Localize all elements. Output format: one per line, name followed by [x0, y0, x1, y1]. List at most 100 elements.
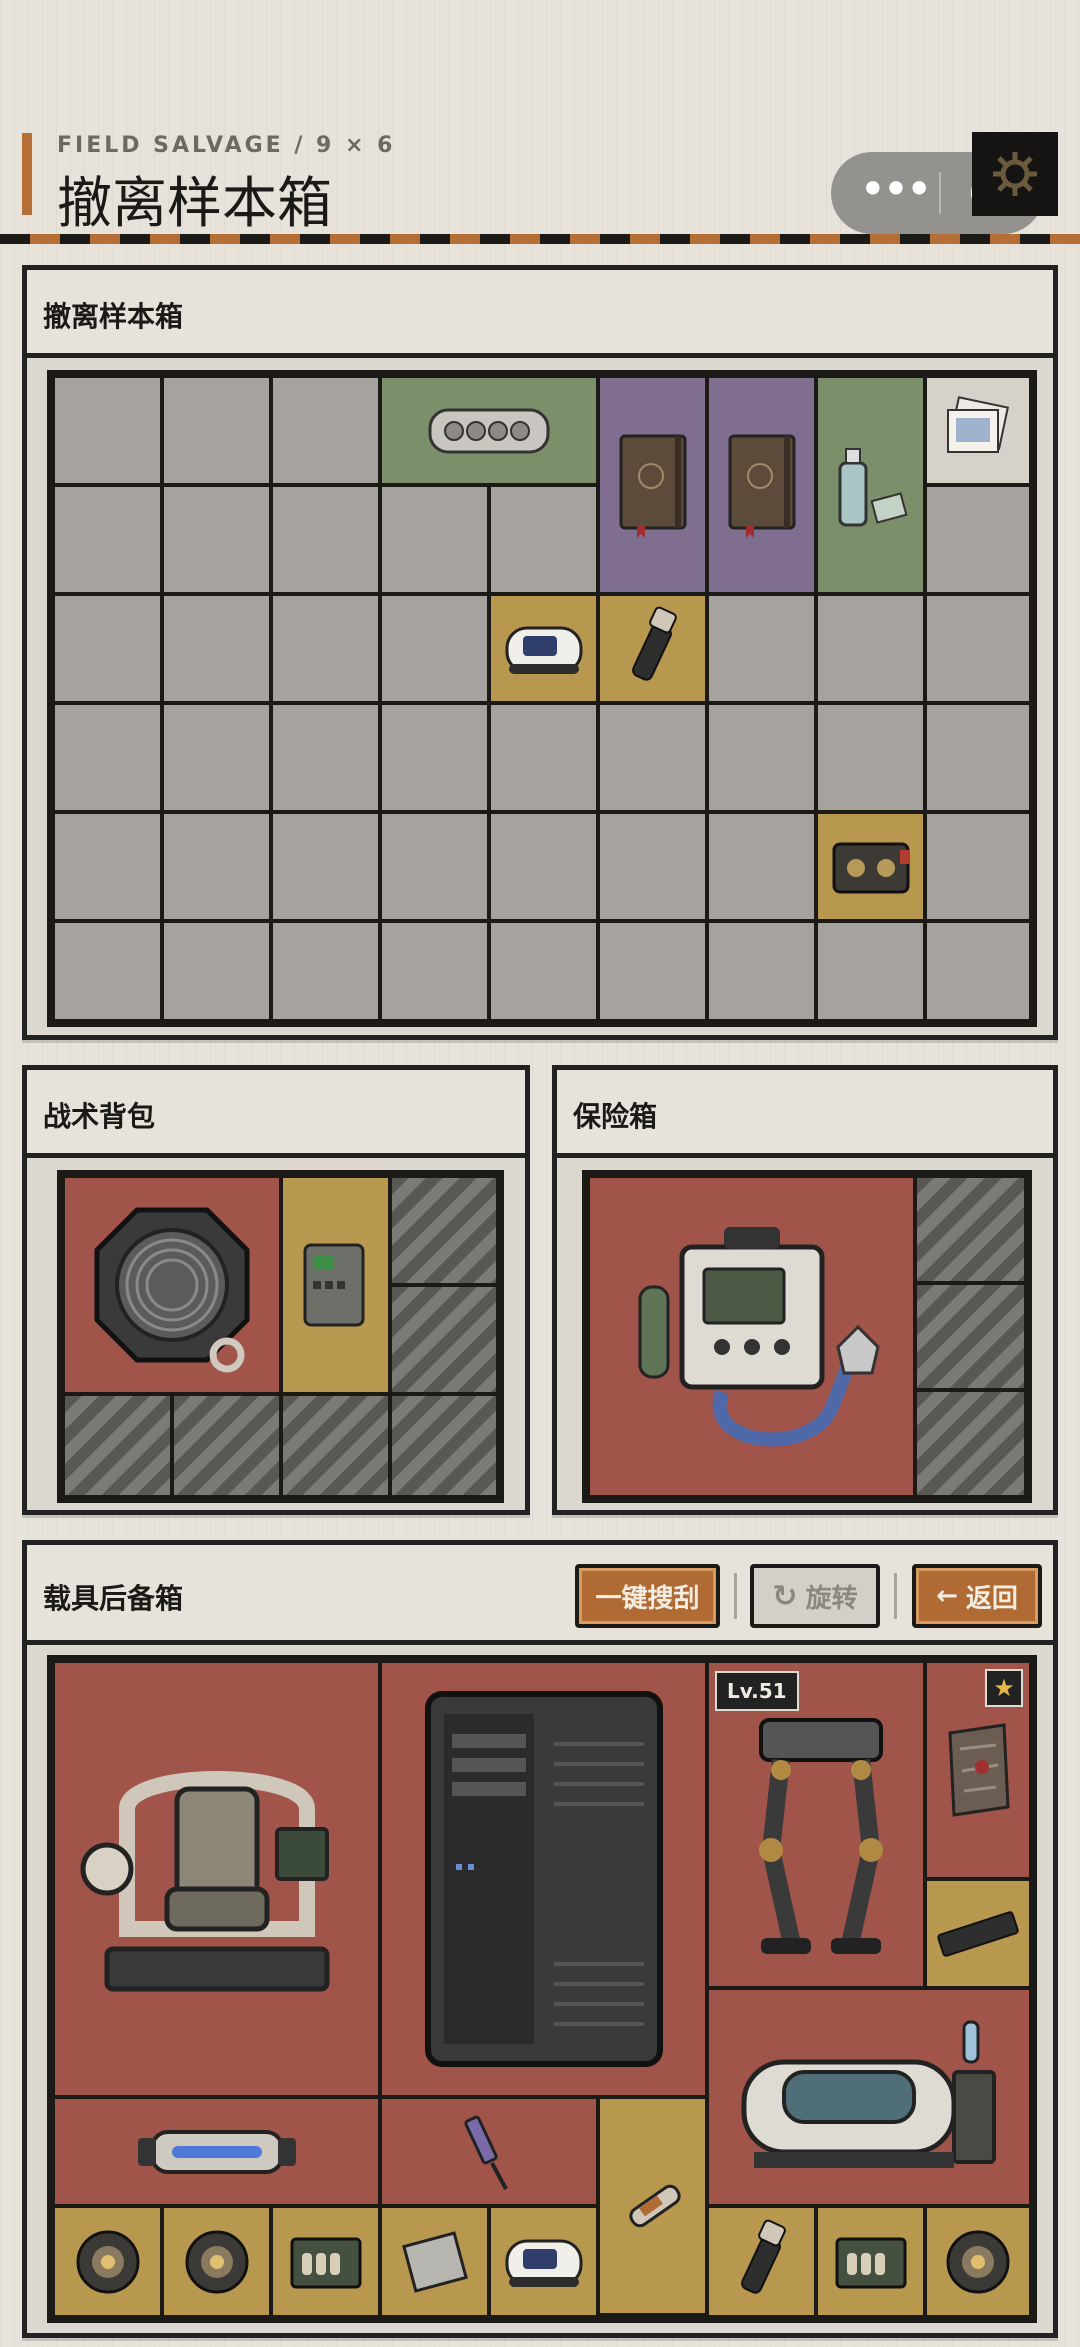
grid-cell[interactable] — [925, 812, 1031, 921]
item-server-tower[interactable] — [380, 1661, 707, 2097]
item-capsule-bed[interactable] — [707, 1988, 1031, 2206]
item-photos[interactable] — [925, 376, 1031, 485]
back-button[interactable]: ← 返回 — [912, 1564, 1042, 1628]
arrow-left-icon: ← — [936, 1581, 958, 1611]
item-flashlight[interactable] — [598, 594, 707, 703]
grid-cell[interactable] — [489, 703, 598, 812]
locked-cell — [390, 1394, 498, 1497]
item-exo-legs[interactable]: Lv.51 — [707, 1661, 925, 1988]
item-flashlight-2[interactable] — [707, 2206, 816, 2317]
item-journal-2[interactable] — [707, 376, 816, 594]
ammo-crate-icon — [835, 2237, 906, 2288]
grid-cell[interactable] — [816, 594, 925, 703]
grid-cell[interactable] — [271, 812, 380, 921]
grid-cell[interactable] — [53, 921, 162, 1021]
grid-cell[interactable] — [816, 703, 925, 812]
photo-stack-icon — [947, 395, 1010, 453]
grid-cell[interactable] — [380, 921, 489, 1021]
grid-cell[interactable] — [380, 594, 489, 703]
item-cassette-case[interactable] — [816, 812, 925, 921]
grid-cell[interactable] — [925, 703, 1031, 812]
item-ammo-crate-1[interactable] — [271, 2206, 380, 2317]
item-injector[interactable] — [598, 2097, 707, 2315]
item-command-chair[interactable] — [53, 1661, 380, 2097]
more-dots-icon[interactable]: ••• — [859, 166, 932, 212]
grid-cell[interactable] — [53, 485, 162, 594]
grid-cell[interactable] — [162, 594, 271, 703]
grid-cell[interactable] — [271, 921, 380, 1021]
grid-cell[interactable] — [380, 703, 489, 812]
grid-cell[interactable] — [53, 594, 162, 703]
grid-cell[interactable] — [162, 376, 271, 485]
chair-icon — [80, 1771, 329, 1992]
grid-cell[interactable] — [489, 812, 598, 921]
item-ram-stick[interactable] — [925, 1879, 1031, 1988]
ventilator-icon — [638, 1226, 880, 1446]
grid-cell[interactable] — [598, 921, 707, 1021]
item-syringe-tool[interactable] — [380, 2097, 598, 2206]
item-router[interactable] — [281, 1176, 390, 1394]
item-lantern-3[interactable] — [925, 2206, 1031, 2317]
item-ventilator[interactable] — [588, 1176, 915, 1497]
loot-all-button[interactable]: 一键搜刮 — [575, 1564, 720, 1628]
grid-cell[interactable] — [707, 921, 816, 1021]
item-oximeter-2[interactable] — [489, 2206, 598, 2317]
vehicle-trunk-title: 载具后备箱 — [43, 1582, 184, 1615]
grid-cell[interactable] — [925, 485, 1031, 594]
capsule-bed-icon — [741, 2020, 996, 2168]
grid-cell[interactable] — [271, 703, 380, 812]
item-cable-reel[interactable] — [63, 1176, 281, 1394]
locked-cell — [915, 1176, 1026, 1283]
grid-cell[interactable] — [925, 594, 1031, 703]
grid-cell[interactable] — [489, 921, 598, 1021]
battery-cell-icon — [137, 2129, 296, 2174]
router-icon — [303, 1243, 364, 1327]
grid-cell[interactable] — [162, 812, 271, 921]
pulse-oximeter-icon — [505, 2239, 582, 2287]
grid-cell[interactable] — [598, 703, 707, 812]
item-lantern-2[interactable] — [162, 2206, 271, 2317]
item-spray-bottle[interactable] — [816, 376, 925, 594]
item-cpu-chip[interactable] — [380, 2206, 489, 2317]
item-oximeter[interactable] — [489, 594, 598, 703]
item-journal-1[interactable] — [598, 376, 707, 594]
grid-cell[interactable] — [162, 703, 271, 812]
ammo-crate-icon — [290, 2237, 361, 2288]
vehicle-trunk-grid: Lv.51 ★ — [47, 1655, 1037, 2323]
item-bead-bracelet[interactable] — [380, 376, 598, 485]
grid-cell[interactable] — [162, 485, 271, 594]
rotate-button[interactable]: ↻ 旋转 — [750, 1564, 880, 1628]
grid-cell[interactable] — [925, 921, 1031, 1021]
grid-cell[interactable] — [380, 485, 489, 594]
grid-cell[interactable] — [707, 703, 816, 812]
syringe-icon — [464, 2115, 508, 2190]
grid-cell[interactable] — [707, 812, 816, 921]
lantern-icon — [185, 2230, 248, 2293]
grid-cell[interactable] — [271, 594, 380, 703]
spray-bottle-icon — [838, 448, 908, 527]
grid-cell[interactable] — [53, 812, 162, 921]
grid-cell[interactable] — [271, 485, 380, 594]
locked-cell — [915, 1390, 1026, 1497]
item-battery-cell[interactable] — [53, 2097, 380, 2206]
item-map-parchment[interactable]: ★ — [925, 1661, 1031, 1879]
grid-cell[interactable] — [162, 921, 271, 1021]
grid-cell[interactable] — [707, 594, 816, 703]
sample-box-panel: 撤离样本箱 — [22, 265, 1058, 1040]
cable-reel-icon — [94, 1207, 250, 1373]
grid-cell[interactable] — [489, 485, 598, 594]
settings-button[interactable] — [972, 132, 1058, 216]
locked-cell — [63, 1394, 172, 1497]
grid-cell[interactable] — [271, 376, 380, 485]
grid-cell[interactable] — [53, 376, 162, 485]
button-divider — [894, 1573, 897, 1619]
safe-box-panel: 保险箱 — [552, 1065, 1058, 1515]
grid-cell[interactable] — [598, 812, 707, 921]
grid-cell[interactable] — [816, 921, 925, 1021]
item-lantern-1[interactable] — [53, 2206, 162, 2317]
level-badge: Lv.51 — [715, 1671, 799, 1711]
item-ammo-crate-2[interactable] — [816, 2206, 925, 2317]
lantern-icon — [946, 2230, 1010, 2293]
grid-cell[interactable] — [53, 703, 162, 812]
grid-cell[interactable] — [380, 812, 489, 921]
